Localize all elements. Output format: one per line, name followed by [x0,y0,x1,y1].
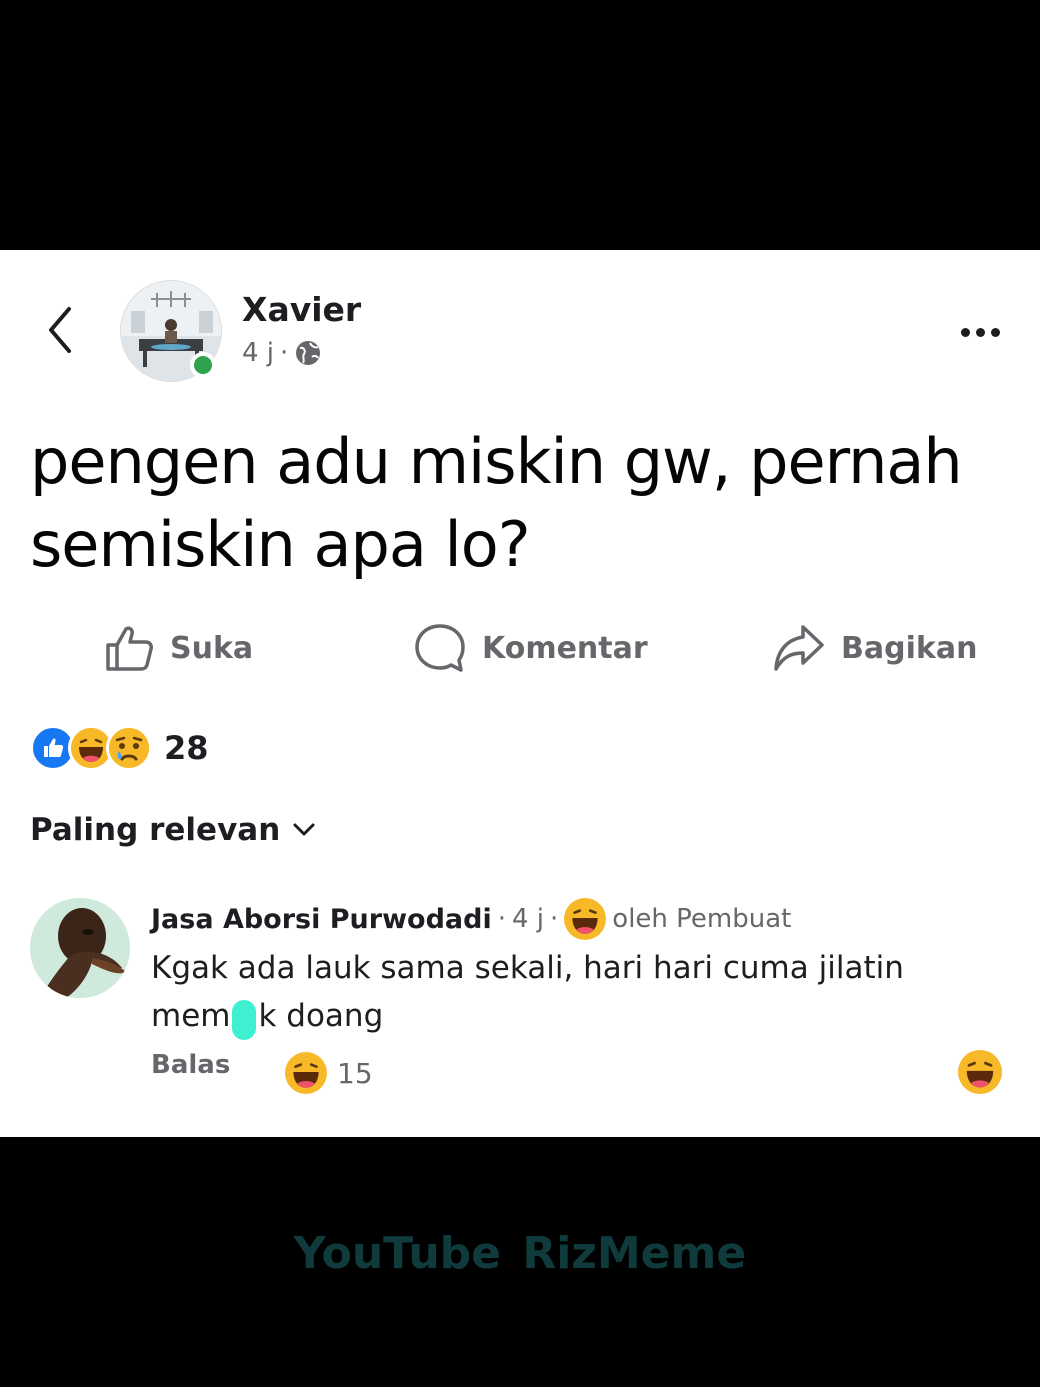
share-button[interactable]: Bagikan [773,618,977,678]
haha-icon [564,898,607,940]
top-black-bar [0,0,1040,250]
chevron-down-icon [293,823,315,836]
comment-time[interactable]: 4 j [512,904,544,934]
like-button[interactable]: Suka [104,618,253,678]
haha-icon [285,1052,327,1094]
comment-header: Jasa Aborsi Purwodadi · 4 j · oleh Pembu… [151,898,791,940]
comment-reaction-count: 15 [337,1056,373,1090]
author-reaction-label: oleh Pembuat [612,904,792,934]
comment-actions: Balas [151,1050,230,1080]
thumbs-up-icon [106,626,153,671]
more-dot-icon [990,327,1000,337]
meta-separator: · [280,338,289,368]
reaction-count: 28 [164,729,209,767]
post-meta: 4 j · [242,338,322,368]
sort-label: Paling relevan [30,812,281,848]
post-text: pengen adu miskin gw, pernah semiskin ap… [30,425,963,581]
watermark: YouTube RizMeme [293,1228,747,1279]
share-label: Bagikan [841,630,978,666]
reactions-summary[interactable]: 28 [30,724,209,772]
like-label: Suka [170,630,254,666]
more-dot-icon [960,327,970,337]
comment-reaction-summary[interactable]: 15 [285,1052,373,1094]
comment-button[interactable]: Komentar [414,618,648,678]
post-time[interactable]: 4 j [242,338,274,368]
share-arrow-icon [774,625,824,671]
back-button[interactable] [38,300,82,360]
comment-text-part-2: k doang [258,998,384,1034]
comment-bubble-icon [415,624,465,672]
comment-react-button[interactable] [958,1050,1002,1099]
censor-mark [232,1000,257,1040]
comment-text: Kgak ada lauk sama sekali, hari hari cum… [151,944,951,1040]
chevron-left-icon [49,307,71,353]
online-status-dot [190,352,216,378]
reply-button[interactable]: Balas [151,1050,230,1080]
commenter-name[interactable]: Jasa Aborsi Purwodadi [151,904,492,935]
meta-separator: · [497,904,506,934]
post-author-name[interactable]: Xavier [242,290,361,329]
comment-sort-dropdown[interactable]: Paling relevan [30,812,316,848]
more-options-button[interactable] [950,312,1010,352]
haha-icon [958,1050,1002,1094]
meta-separator: · [550,904,559,934]
sad-icon [106,725,152,771]
more-dot-icon [975,327,985,337]
globe-icon [296,341,321,365]
comment-label: Komentar [482,630,648,666]
commenter-avatar[interactable] [30,898,130,998]
